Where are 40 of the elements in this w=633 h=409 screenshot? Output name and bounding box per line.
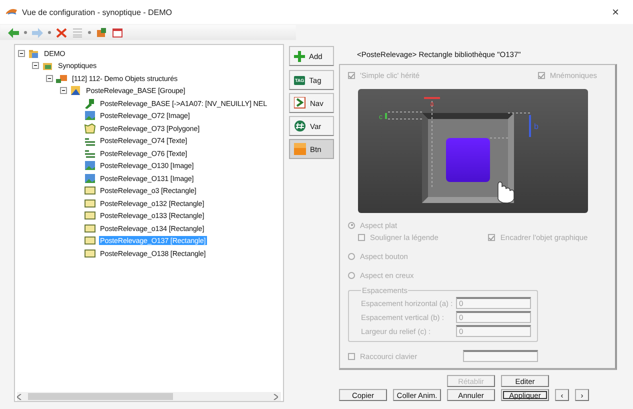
rectangle-icon [84,248,96,259]
rectangle-icon [84,185,96,196]
expand-toggle[interactable] [32,62,39,70]
expand-toggle[interactable] [18,50,25,57]
scroll-left-icon [17,394,22,400]
forward-icon[interactable] [32,28,43,38]
polygon-icon [84,122,96,134]
image-icon [84,160,96,172]
dimension-label: b [534,122,538,131]
expand-toggle[interactable] [60,87,67,94]
rectangle-icon [84,198,96,209]
list-icon[interactable] [72,28,83,38]
rectangle-icon [84,222,96,234]
window-title: Vue de configuration - synoptique - DEMO [22,8,174,16]
close-button[interactable]: × [606,5,625,19]
hand-cursor-icon [498,182,514,204]
rectangle-icon [84,235,96,246]
back-icon[interactable] [8,28,19,38]
app-icon [6,7,18,17]
delete-icon[interactable] [56,28,67,38]
link-icon [84,98,96,109]
scroll-right-icon [273,394,278,400]
scrollbar-thumb[interactable] [28,393,173,400]
screen-icon[interactable] [96,28,107,38]
image-icon [84,172,96,184]
folder-icon [42,60,54,72]
screen-icon [56,72,68,84]
expand-toggle[interactable] [46,74,53,82]
project-icon [28,48,40,59]
rectangle-icon [84,210,96,222]
horizontal-scrollbar[interactable] [17,392,281,401]
hash-icon [294,120,306,132]
image-icon [84,110,96,122]
text-icon [84,148,96,158]
window-icon[interactable] [112,28,123,38]
text-icon [84,136,96,146]
chevron-icon [294,97,306,109]
button-icon [294,143,306,155]
group-icon [70,85,82,96]
plus-icon [294,50,305,62]
